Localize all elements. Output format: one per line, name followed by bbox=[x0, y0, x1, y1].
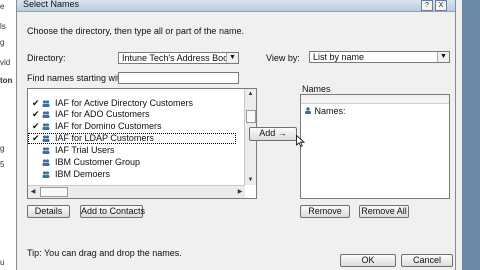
background-fragment: ton bbox=[0, 76, 13, 85]
background-fragment: g bbox=[0, 38, 5, 47]
ok-button-label: OK bbox=[361, 255, 375, 265]
background-window: e ls g vid ton g 5 u bbox=[0, 0, 16, 270]
list-item-label: IAF for Domino Customers bbox=[55, 121, 162, 131]
list-item-label: IAF for LDAP Customers bbox=[55, 133, 154, 143]
list-item[interactable]: Names: bbox=[304, 106, 346, 116]
close-button[interactable]: X bbox=[435, 0, 447, 11]
person-icon bbox=[305, 107, 311, 114]
select-names-dialog: Select Names ? X Choose the directory, t… bbox=[16, 0, 456, 270]
group-icon bbox=[42, 100, 50, 107]
help-button[interactable]: ? bbox=[421, 0, 433, 11]
list-item[interactable]: ✔ IAF for Domino Customers bbox=[28, 121, 236, 132]
background-fragment: u bbox=[0, 258, 5, 267]
group-icon bbox=[42, 147, 50, 154]
list-item-label: IBM Demoers bbox=[55, 169, 111, 179]
list-item-label: IAF Trial Users bbox=[55, 145, 115, 155]
group-icon bbox=[42, 135, 50, 142]
names-entry-label: Names: bbox=[314, 106, 346, 116]
remove-all-button-label: Remove All bbox=[361, 206, 407, 216]
background-fragment: 5 bbox=[0, 160, 5, 169]
details-button[interactable]: Details bbox=[27, 205, 70, 218]
selected-names-list[interactable]: Names: bbox=[300, 94, 450, 199]
checkmark-icon: ✔ bbox=[32, 98, 40, 108]
find-label: Find names starting with: bbox=[27, 73, 128, 83]
list-item-label: IBM Customer Group bbox=[55, 157, 141, 167]
add-button-label: Add bbox=[259, 128, 276, 138]
list-item[interactable]: IBM Customer Group bbox=[28, 157, 236, 168]
background-fragment: e bbox=[0, 2, 5, 11]
mouse-pointer-icon bbox=[296, 135, 305, 147]
remove-button[interactable]: Remove bbox=[300, 205, 350, 218]
view-by-label: View by: bbox=[266, 53, 300, 63]
remove-button-label: Remove bbox=[308, 206, 342, 216]
directory-value: Intune Tech's Address Book bbox=[122, 53, 233, 63]
scroll-down-icon[interactable]: ▼ bbox=[245, 175, 256, 185]
ok-button[interactable]: OK bbox=[340, 254, 396, 267]
background-fragment: vid bbox=[0, 58, 11, 67]
names-column-header bbox=[301, 95, 449, 104]
chevron-down-icon[interactable]: ▼ bbox=[226, 53, 238, 63]
list-item[interactable]: ✔ IAF for Active Directory Customers bbox=[28, 98, 236, 109]
dialog-title: Select Names bbox=[23, 0, 80, 9]
instruction-text: Choose the directory, then type all or p… bbox=[27, 26, 244, 36]
directory-names-list[interactable]: ✔ IAF for Active Directory Customers ✔ I… bbox=[27, 88, 257, 199]
desktop-background bbox=[462, 0, 480, 270]
remove-all-button[interactable]: Remove All bbox=[359, 205, 409, 218]
background-fragment: g bbox=[0, 144, 5, 153]
list-item[interactable]: ✔ IAF for ADO Customers bbox=[28, 109, 236, 120]
group-icon bbox=[42, 111, 50, 118]
scroll-left-icon[interactable]: ◀ bbox=[28, 186, 38, 198]
names-label: Names bbox=[302, 84, 331, 94]
directory-label: Directory: bbox=[27, 53, 66, 63]
checkmark-icon: ✔ bbox=[32, 121, 40, 131]
chevron-down-icon[interactable]: ▼ bbox=[437, 52, 449, 62]
background-fragment: ls bbox=[0, 22, 6, 31]
group-icon bbox=[42, 159, 50, 166]
list-item-label: IAF for Active Directory Customers bbox=[55, 98, 194, 108]
arrow-right-icon: → bbox=[277, 128, 287, 138]
cancel-button-label: Cancel bbox=[412, 255, 441, 265]
scroll-thumb[interactable] bbox=[40, 187, 68, 197]
horizontal-scrollbar[interactable]: ◀ ▶ bbox=[28, 185, 245, 198]
title-bar[interactable]: Select Names ? X bbox=[17, 0, 455, 12]
scroll-thumb[interactable] bbox=[246, 110, 256, 123]
view-by-dropdown[interactable]: List by name ▼ bbox=[309, 51, 450, 63]
group-icon bbox=[42, 171, 50, 178]
scroll-right-icon[interactable]: ▶ bbox=[235, 186, 245, 198]
list-item-label: IAF for ADO Customers bbox=[55, 109, 150, 119]
group-icon bbox=[42, 123, 50, 130]
cancel-button[interactable]: Cancel bbox=[401, 254, 453, 267]
add-button[interactable]: Add → bbox=[249, 127, 297, 141]
view-by-value: List by name bbox=[313, 52, 365, 62]
tip-text: Tip: You can drag and drop the names. bbox=[27, 248, 182, 258]
checkmark-icon: ✔ bbox=[32, 133, 40, 143]
list-item[interactable]: IAF Trial Users bbox=[28, 145, 236, 156]
list-item[interactable]: IBM Demoers bbox=[28, 169, 236, 180]
checkmark-icon: ✔ bbox=[32, 109, 40, 119]
details-button-label: Details bbox=[34, 206, 63, 216]
add-to-contacts-label: Add to Contacts bbox=[81, 206, 146, 216]
find-names-input[interactable] bbox=[118, 72, 239, 84]
add-to-contacts-button[interactable]: Add to Contacts bbox=[80, 205, 146, 218]
scroll-up-icon[interactable]: ▲ bbox=[245, 89, 256, 99]
list-item-selected[interactable]: ✔ IAF for LDAP Customers bbox=[28, 133, 236, 144]
directory-dropdown[interactable]: Intune Tech's Address Book ▼ bbox=[118, 52, 239, 64]
